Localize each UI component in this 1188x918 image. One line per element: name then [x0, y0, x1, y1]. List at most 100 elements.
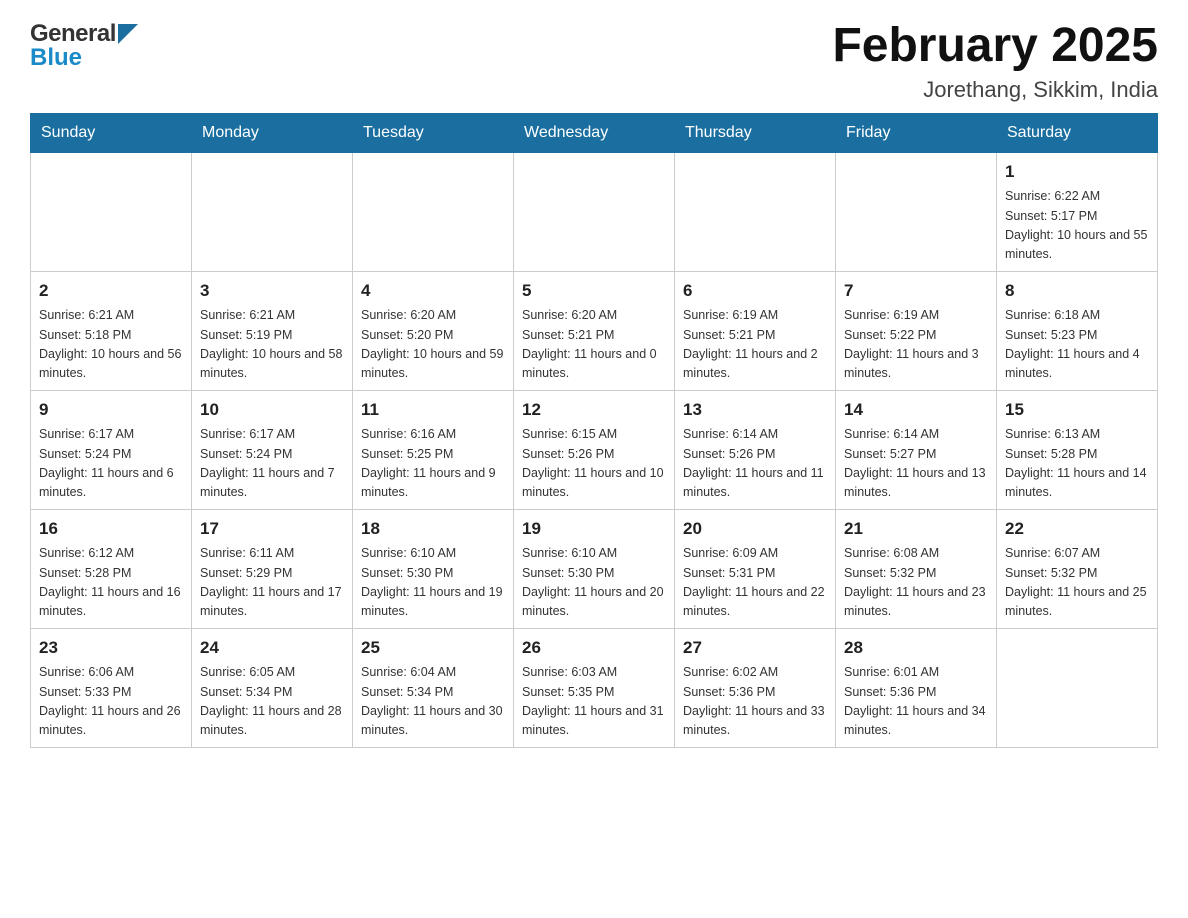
calendar-cell: 11Sunrise: 6:16 AM Sunset: 5:25 PM Dayli… — [353, 390, 514, 509]
calendar-cell: 8Sunrise: 6:18 AM Sunset: 5:23 PM Daylig… — [997, 271, 1158, 390]
calendar-cell — [192, 152, 353, 271]
day-info: Sunrise: 6:10 AM Sunset: 5:30 PM Dayligh… — [361, 544, 505, 622]
day-number: 3 — [200, 278, 344, 304]
day-number: 11 — [361, 397, 505, 423]
calendar-cell: 7Sunrise: 6:19 AM Sunset: 5:22 PM Daylig… — [836, 271, 997, 390]
day-info: Sunrise: 6:14 AM Sunset: 5:26 PM Dayligh… — [683, 425, 827, 503]
day-info: Sunrise: 6:16 AM Sunset: 5:25 PM Dayligh… — [361, 425, 505, 503]
day-header-tuesday: Tuesday — [353, 113, 514, 152]
day-info: Sunrise: 6:17 AM Sunset: 5:24 PM Dayligh… — [200, 425, 344, 503]
day-number: 25 — [361, 635, 505, 661]
calendar-week-row: 2Sunrise: 6:21 AM Sunset: 5:18 PM Daylig… — [31, 271, 1158, 390]
day-header-friday: Friday — [836, 113, 997, 152]
day-number: 15 — [1005, 397, 1149, 423]
calendar-cell — [353, 152, 514, 271]
calendar-cell: 3Sunrise: 6:21 AM Sunset: 5:19 PM Daylig… — [192, 271, 353, 390]
calendar-cell: 26Sunrise: 6:03 AM Sunset: 5:35 PM Dayli… — [514, 628, 675, 747]
day-number: 17 — [200, 516, 344, 542]
calendar-cell: 28Sunrise: 6:01 AM Sunset: 5:36 PM Dayli… — [836, 628, 997, 747]
logo: General Blue — [30, 20, 138, 72]
calendar-table: SundayMondayTuesdayWednesdayThursdayFrid… — [30, 113, 1158, 748]
day-info: Sunrise: 6:18 AM Sunset: 5:23 PM Dayligh… — [1005, 306, 1149, 384]
calendar-cell: 24Sunrise: 6:05 AM Sunset: 5:34 PM Dayli… — [192, 628, 353, 747]
day-info: Sunrise: 6:19 AM Sunset: 5:21 PM Dayligh… — [683, 306, 827, 384]
logo-blue-text: Blue — [30, 44, 82, 72]
day-info: Sunrise: 6:22 AM Sunset: 5:17 PM Dayligh… — [1005, 187, 1149, 265]
day-info: Sunrise: 6:04 AM Sunset: 5:34 PM Dayligh… — [361, 663, 505, 741]
calendar-cell — [836, 152, 997, 271]
day-info: Sunrise: 6:13 AM Sunset: 5:28 PM Dayligh… — [1005, 425, 1149, 503]
day-number: 9 — [39, 397, 183, 423]
day-number: 2 — [39, 278, 183, 304]
day-number: 5 — [522, 278, 666, 304]
day-header-thursday: Thursday — [675, 113, 836, 152]
calendar-week-row: 23Sunrise: 6:06 AM Sunset: 5:33 PM Dayli… — [31, 628, 1158, 747]
calendar-cell: 9Sunrise: 6:17 AM Sunset: 5:24 PM Daylig… — [31, 390, 192, 509]
day-number: 26 — [522, 635, 666, 661]
day-info: Sunrise: 6:21 AM Sunset: 5:19 PM Dayligh… — [200, 306, 344, 384]
calendar-cell: 19Sunrise: 6:10 AM Sunset: 5:30 PM Dayli… — [514, 509, 675, 628]
calendar-cell — [997, 628, 1158, 747]
calendar-cell: 13Sunrise: 6:14 AM Sunset: 5:26 PM Dayli… — [675, 390, 836, 509]
logo-arrow-icon — [118, 24, 138, 44]
day-info: Sunrise: 6:20 AM Sunset: 5:20 PM Dayligh… — [361, 306, 505, 384]
day-header-saturday: Saturday — [997, 113, 1158, 152]
day-number: 19 — [522, 516, 666, 542]
day-info: Sunrise: 6:05 AM Sunset: 5:34 PM Dayligh… — [200, 663, 344, 741]
day-number: 24 — [200, 635, 344, 661]
day-number: 10 — [200, 397, 344, 423]
calendar-cell: 15Sunrise: 6:13 AM Sunset: 5:28 PM Dayli… — [997, 390, 1158, 509]
day-number: 28 — [844, 635, 988, 661]
calendar-cell: 4Sunrise: 6:20 AM Sunset: 5:20 PM Daylig… — [353, 271, 514, 390]
calendar-cell: 22Sunrise: 6:07 AM Sunset: 5:32 PM Dayli… — [997, 509, 1158, 628]
day-info: Sunrise: 6:02 AM Sunset: 5:36 PM Dayligh… — [683, 663, 827, 741]
day-number: 21 — [844, 516, 988, 542]
calendar-cell: 20Sunrise: 6:09 AM Sunset: 5:31 PM Dayli… — [675, 509, 836, 628]
calendar-cell: 23Sunrise: 6:06 AM Sunset: 5:33 PM Dayli… — [31, 628, 192, 747]
calendar-cell: 10Sunrise: 6:17 AM Sunset: 5:24 PM Dayli… — [192, 390, 353, 509]
day-header-sunday: Sunday — [31, 113, 192, 152]
day-info: Sunrise: 6:17 AM Sunset: 5:24 PM Dayligh… — [39, 425, 183, 503]
calendar-cell: 17Sunrise: 6:11 AM Sunset: 5:29 PM Dayli… — [192, 509, 353, 628]
calendar-cell: 5Sunrise: 6:20 AM Sunset: 5:21 PM Daylig… — [514, 271, 675, 390]
calendar-cell: 25Sunrise: 6:04 AM Sunset: 5:34 PM Dayli… — [353, 628, 514, 747]
calendar-cell: 6Sunrise: 6:19 AM Sunset: 5:21 PM Daylig… — [675, 271, 836, 390]
day-number: 23 — [39, 635, 183, 661]
calendar-header-row: SundayMondayTuesdayWednesdayThursdayFrid… — [31, 113, 1158, 152]
calendar-week-row: 16Sunrise: 6:12 AM Sunset: 5:28 PM Dayli… — [31, 509, 1158, 628]
calendar-cell — [514, 152, 675, 271]
day-number: 27 — [683, 635, 827, 661]
day-info: Sunrise: 6:19 AM Sunset: 5:22 PM Dayligh… — [844, 306, 988, 384]
day-header-wednesday: Wednesday — [514, 113, 675, 152]
calendar-cell: 12Sunrise: 6:15 AM Sunset: 5:26 PM Dayli… — [514, 390, 675, 509]
day-number: 18 — [361, 516, 505, 542]
day-number: 6 — [683, 278, 827, 304]
calendar-cell — [675, 152, 836, 271]
day-info: Sunrise: 6:01 AM Sunset: 5:36 PM Dayligh… — [844, 663, 988, 741]
calendar-title: February 2025 — [832, 20, 1158, 73]
calendar-week-row: 1Sunrise: 6:22 AM Sunset: 5:17 PM Daylig… — [31, 152, 1158, 271]
day-number: 14 — [844, 397, 988, 423]
calendar-cell: 21Sunrise: 6:08 AM Sunset: 5:32 PM Dayli… — [836, 509, 997, 628]
day-info: Sunrise: 6:12 AM Sunset: 5:28 PM Dayligh… — [39, 544, 183, 622]
calendar-cell: 1Sunrise: 6:22 AM Sunset: 5:17 PM Daylig… — [997, 152, 1158, 271]
day-number: 22 — [1005, 516, 1149, 542]
page-header: General Blue February 2025 Jorethang, Si… — [30, 20, 1158, 103]
day-info: Sunrise: 6:08 AM Sunset: 5:32 PM Dayligh… — [844, 544, 988, 622]
calendar-week-row: 9Sunrise: 6:17 AM Sunset: 5:24 PM Daylig… — [31, 390, 1158, 509]
day-info: Sunrise: 6:21 AM Sunset: 5:18 PM Dayligh… — [39, 306, 183, 384]
day-info: Sunrise: 6:15 AM Sunset: 5:26 PM Dayligh… — [522, 425, 666, 503]
calendar-cell: 18Sunrise: 6:10 AM Sunset: 5:30 PM Dayli… — [353, 509, 514, 628]
day-info: Sunrise: 6:10 AM Sunset: 5:30 PM Dayligh… — [522, 544, 666, 622]
day-number: 1 — [1005, 159, 1149, 185]
day-info: Sunrise: 6:03 AM Sunset: 5:35 PM Dayligh… — [522, 663, 666, 741]
day-info: Sunrise: 6:06 AM Sunset: 5:33 PM Dayligh… — [39, 663, 183, 741]
day-info: Sunrise: 6:14 AM Sunset: 5:27 PM Dayligh… — [844, 425, 988, 503]
calendar-cell: 14Sunrise: 6:14 AM Sunset: 5:27 PM Dayli… — [836, 390, 997, 509]
calendar-cell: 16Sunrise: 6:12 AM Sunset: 5:28 PM Dayli… — [31, 509, 192, 628]
day-number: 7 — [844, 278, 988, 304]
day-number: 4 — [361, 278, 505, 304]
day-header-monday: Monday — [192, 113, 353, 152]
day-info: Sunrise: 6:11 AM Sunset: 5:29 PM Dayligh… — [200, 544, 344, 622]
calendar-cell — [31, 152, 192, 271]
